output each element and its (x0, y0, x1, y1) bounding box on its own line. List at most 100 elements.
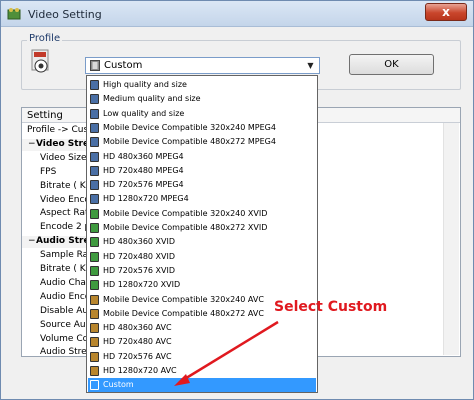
dropdown-option[interactable]: HD 720x480 AVC (88, 335, 316, 349)
settings-row-label: Audio Encoder (40, 291, 86, 302)
settings-row[interactable]: Disable Audio (22, 306, 86, 318)
settings-row-label: Aspect Ratio (40, 208, 86, 219)
settings-row[interactable]: Audio Channel (22, 278, 86, 290)
settings-row-label: Audio Channel (40, 277, 86, 288)
film-icon (90, 194, 99, 205)
dropdown-option[interactable]: HD 480x360 XVID (88, 235, 316, 249)
title-bar[interactable]: Video Setting x (1, 1, 473, 27)
dropdown-option-label: Mobile Device Compatible 320x240 AVC (103, 294, 264, 304)
dropdown-option[interactable]: HD 1280x720 AVC (88, 364, 316, 378)
dropdown-option-label: High quality and size (103, 80, 187, 89)
settings-row-label: Sample Rate (40, 250, 86, 261)
dropdown-option-label: Mobile Device Compatible 480x272 MPEG4 (103, 137, 276, 147)
annotation-label: Select Custom (274, 299, 388, 315)
film-icon (90, 165, 99, 176)
settings-row[interactable]: Sample Rate (22, 250, 86, 262)
film-icon (90, 137, 99, 148)
settings-row-label: Bitrate ( KB/s ) (40, 264, 86, 274)
settings-row-label: FPS (40, 166, 57, 177)
dropdown-option[interactable]: Mobile Device Compatible 480x272 MPEG4 (88, 135, 316, 149)
profile-dropdown-list[interactable]: High quality and size Medium quality and … (86, 75, 318, 393)
dropdown-option-label: HD 1280x720 AVC (103, 366, 177, 375)
dropdown-option-label: HD 480x360 AVC (103, 323, 172, 333)
dropdown-option-label: Medium quality and size (103, 94, 201, 104)
dropdown-option[interactable]: Low quality and size (88, 107, 316, 121)
film-icon (90, 337, 99, 348)
film-icon (90, 151, 99, 162)
dropdown-option[interactable]: High quality and size (88, 78, 316, 92)
dropdown-option[interactable]: HD 720x576 AVC (88, 350, 316, 364)
dropdown-option[interactable]: HD 720x480 MPEG4 (88, 164, 316, 178)
settings-row-label: Audio Stream (36, 236, 86, 247)
settings-row[interactable]: Video Encoder (22, 195, 86, 207)
film-icon (90, 180, 99, 191)
film-icon (90, 223, 99, 233)
settings-row[interactable]: Volume Control (22, 334, 86, 346)
profile-legend: Profile (27, 33, 63, 44)
film-icon (90, 380, 99, 391)
film-icon (90, 294, 99, 305)
film-icon (90, 60, 100, 71)
settings-category[interactable]: −Audio Stream (22, 236, 86, 249)
settings-row[interactable]: FPS (22, 167, 86, 179)
settings-row[interactable]: Encode 2 pass (22, 222, 86, 234)
dropdown-option[interactable]: HD 1280x720 XVID (88, 278, 316, 292)
window-title: Video Setting (28, 8, 102, 21)
settings-row[interactable]: Video Size (22, 153, 86, 165)
settings-row-label: Video Stream (36, 138, 86, 149)
settings-row[interactable]: Bitrate ( KB/s ) (22, 264, 86, 276)
settings-row[interactable]: Bitrate ( KB/s ) (22, 181, 86, 193)
settings-row-label: Bitrate ( KB/s ) (40, 180, 86, 191)
collapse-icon[interactable]: − (28, 139, 36, 149)
film-icon (90, 94, 99, 105)
settings-row[interactable]: Source Audio (22, 320, 86, 332)
dropdown-option[interactable]: HD 480x360 MPEG4 (88, 150, 316, 164)
dropdown-option-label: HD 720x576 AVC (103, 351, 172, 361)
dropdown-option[interactable]: HD 1280x720 MPEG4 (88, 192, 316, 206)
settings-header-label: Setting (27, 110, 63, 121)
video-file-icon (31, 49, 49, 73)
settings-scrollbar[interactable] (443, 123, 459, 355)
profile-select[interactable]: Custom ▼ (85, 57, 320, 74)
dropdown-option[interactable]: Medium quality and size (88, 92, 316, 106)
profile-select-value: Custom (104, 60, 143, 71)
film-icon (90, 265, 99, 276)
dropdown-option[interactable]: HD 720x576 MPEG4 (88, 178, 316, 192)
dropdown-option-label: HD 1280x720 MPEG4 (103, 194, 189, 204)
app-icon (7, 8, 21, 20)
dropdown-option-label: HD 720x576 MPEG4 (103, 180, 184, 190)
dropdown-option[interactable]: Mobile Device Compatible 320x240 XVID (88, 207, 316, 221)
settings-row[interactable]: Profile -> Custom (22, 125, 86, 137)
film-icon (90, 366, 99, 376)
dropdown-option-label: HD 720x480 XVID (103, 251, 176, 261)
settings-row[interactable]: Audio Stream (22, 347, 86, 359)
dropdown-option[interactable]: HD 720x480 XVID (88, 250, 316, 264)
settings-row-label: Volume Control (40, 333, 86, 344)
settings-row-label: Profile -> Custom (27, 125, 86, 135)
settings-row-label: Encode 2 pass (40, 222, 86, 233)
collapse-icon[interactable]: − (28, 236, 36, 246)
ok-button[interactable]: OK (349, 54, 434, 75)
dropdown-option-label: HD 720x480 MPEG4 (103, 165, 184, 175)
dropdown-option[interactable]: Mobile Device Compatible 320x240 MPEG4 (88, 121, 316, 135)
film-icon (90, 80, 99, 90)
settings-row-label: Video Encoder (40, 194, 86, 205)
film-icon (90, 280, 99, 291)
dropdown-option[interactable]: Mobile Device Compatible 480x272 XVID (88, 221, 316, 235)
dropdown-option[interactable]: HD 720x576 XVID (88, 264, 316, 278)
dropdown-option-label: HD 480x360 XVID (103, 237, 176, 247)
dropdown-option-label: Mobile Device Compatible 320x240 XVID (103, 208, 268, 218)
close-button[interactable]: x (425, 3, 467, 21)
settings-row[interactable]: Aspect Ratio (22, 208, 86, 220)
dropdown-option-label: HD 1280x720 XVID (103, 280, 181, 290)
settings-row[interactable]: Audio Encoder (22, 292, 86, 304)
chevron-down-icon[interactable]: ▼ (302, 58, 319, 73)
settings-row-label: Video Size (40, 152, 86, 163)
film-icon (90, 251, 99, 262)
film-icon (90, 237, 99, 248)
settings-category[interactable]: −Video Stream (22, 138, 86, 151)
dropdown-option[interactable]: HD 480x360 AVC (88, 321, 316, 335)
dropdown-option-label: HD 480x360 MPEG4 (103, 151, 184, 161)
dropdown-option[interactable]: Custom (88, 378, 316, 393)
film-icon (90, 323, 99, 334)
